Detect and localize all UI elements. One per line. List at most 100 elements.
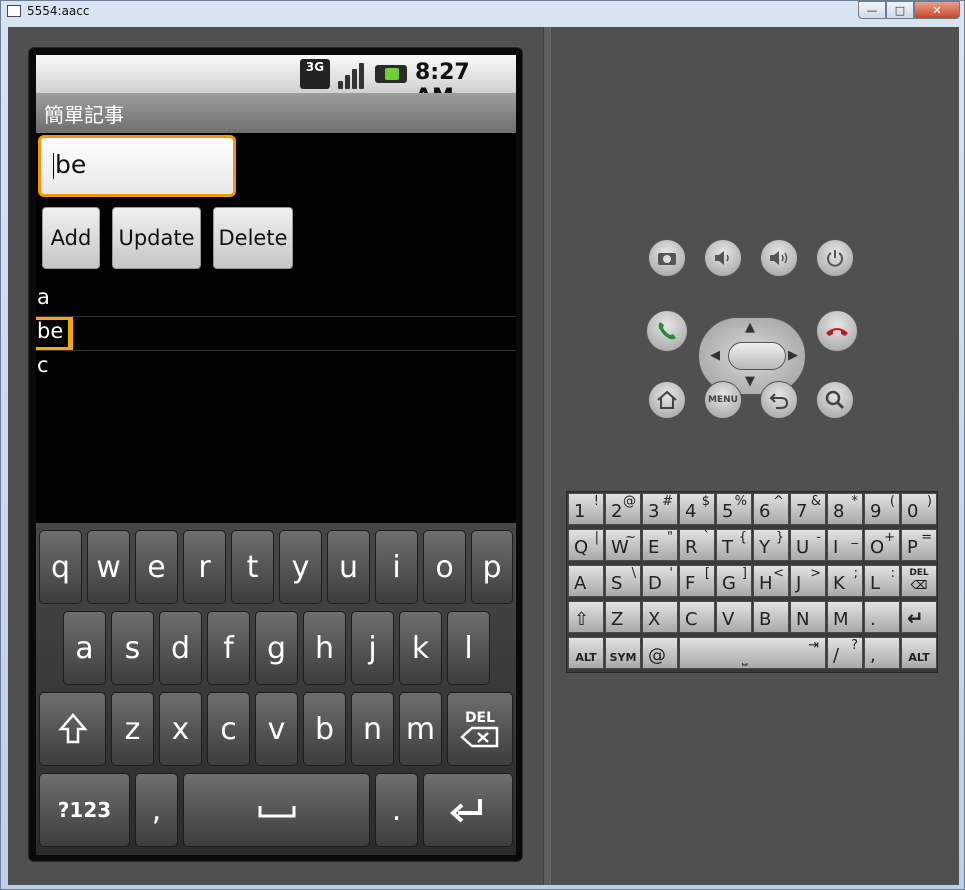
hw-key-x[interactable]: X (642, 601, 678, 633)
hw-key-8[interactable]: 8 * (827, 493, 863, 525)
hw-key-4[interactable]: 4 $ (679, 493, 715, 525)
hw-key-0[interactable]: 0) (901, 493, 937, 525)
delete-key[interactable]: DEL (447, 692, 513, 766)
key-z[interactable]: z (111, 692, 154, 766)
key-l[interactable]: l (447, 611, 490, 685)
dpad-center-button[interactable] (728, 342, 786, 370)
key-d[interactable]: d (159, 611, 202, 685)
key-k[interactable]: k (399, 611, 442, 685)
hw-key-e[interactable]: E " (642, 529, 678, 561)
hw-key-6[interactable]: 6 ^ (753, 493, 789, 525)
hw-key-b[interactable]: B (753, 601, 789, 633)
hw-key-p[interactable]: P = (901, 529, 937, 561)
hw-key-n[interactable]: N (790, 601, 826, 633)
list-item[interactable]: a (36, 283, 516, 317)
close-button[interactable]: ✕ (914, 1, 960, 19)
hw-key-2[interactable]: 2 @ (605, 493, 641, 525)
add-button[interactable]: Add (42, 207, 100, 269)
hw-key-s[interactable]: S \ (605, 565, 641, 597)
hw-alt-left-key[interactable]: ALT (568, 637, 604, 669)
key-c[interactable]: c (207, 692, 250, 766)
note-input[interactable]: be (38, 135, 236, 197)
hw-key-h[interactable]: H < (753, 565, 789, 597)
hw-key-d[interactable]: D ' (642, 565, 678, 597)
delete-button[interactable]: Delete (213, 207, 293, 269)
volume-up-button[interactable] (760, 239, 798, 277)
key-p[interactable]: p (471, 530, 513, 604)
key-r[interactable]: r (183, 530, 226, 604)
key-x[interactable]: x (159, 692, 202, 766)
key-q[interactable]: q (39, 530, 82, 604)
menu-button[interactable]: MENU (704, 381, 742, 419)
hw-key-period[interactable]: . (864, 601, 900, 633)
key-j[interactable]: j (351, 611, 394, 685)
dpad-up-icon[interactable]: ▲ (745, 320, 755, 335)
hw-key-t[interactable]: T{ (716, 529, 752, 561)
key-s[interactable]: s (111, 611, 154, 685)
hw-key-i[interactable]: I _ (827, 529, 863, 561)
key-g[interactable]: g (255, 611, 298, 685)
hw-comma-key[interactable]: , (864, 637, 900, 669)
space-key[interactable] (183, 773, 370, 847)
maximize-button[interactable]: □ (886, 1, 914, 19)
comma-key[interactable]: , (135, 773, 178, 847)
key-y[interactable]: y (279, 530, 322, 604)
hw-key-q[interactable]: Q | (568, 529, 604, 561)
hw-slash-key[interactable]: /? (827, 637, 863, 669)
hw-key-f[interactable]: F[ (679, 565, 715, 597)
hw-sym-key[interactable]: SYM (605, 637, 641, 669)
key-b[interactable]: b (303, 692, 346, 766)
hw-key-3[interactable]: 3 # (642, 493, 678, 525)
power-button[interactable] (816, 239, 854, 277)
key-a[interactable]: a (63, 611, 106, 685)
symbols-key[interactable]: ?123 (39, 773, 130, 847)
minimize-button[interactable]: — (858, 1, 886, 19)
key-h[interactable]: h (303, 611, 346, 685)
hw-key-y[interactable]: Y} (753, 529, 789, 561)
hw-key-5[interactable]: 5% (716, 493, 752, 525)
key-n[interactable]: n (351, 692, 394, 766)
hw-at-key[interactable]: @ (642, 637, 678, 669)
hw-key-v[interactable]: V (716, 601, 752, 633)
hw-key-z[interactable]: Z (605, 601, 641, 633)
hw-key-c[interactable]: C (679, 601, 715, 633)
hw-key-g[interactable]: G] (716, 565, 752, 597)
hw-key-a[interactable]: A (568, 565, 604, 597)
period-key[interactable]: . (375, 773, 418, 847)
hw-key-o[interactable]: O + (864, 529, 900, 561)
hw-key-7[interactable]: 7 & (790, 493, 826, 525)
key-u[interactable]: u (327, 530, 370, 604)
home-button[interactable] (648, 381, 686, 419)
key-v[interactable]: v (255, 692, 298, 766)
enter-key[interactable] (423, 773, 513, 847)
hw-space-key[interactable]: ⎵ ⇥ (679, 637, 826, 669)
key-t[interactable]: t (231, 530, 274, 604)
camera-button[interactable] (648, 239, 686, 277)
hw-key-j[interactable]: J > (790, 565, 826, 597)
hw-key-1[interactable]: 1! (568, 493, 604, 525)
dpad-down-icon[interactable]: ▼ (745, 374, 755, 389)
volume-down-button[interactable] (704, 239, 742, 277)
hw-key-r[interactable]: R ` (679, 529, 715, 561)
hw-alt-right-key[interactable]: ALT (901, 637, 937, 669)
list-item[interactable]: c (36, 351, 516, 385)
hw-key-k[interactable]: K; (827, 565, 863, 597)
shift-key[interactable] (39, 692, 106, 766)
end-call-button[interactable] (816, 310, 858, 352)
hw-key-9[interactable]: 9( (864, 493, 900, 525)
hw-del-key[interactable]: DEL ⌫ (901, 565, 937, 597)
dpad-right-icon[interactable]: ▶ (788, 348, 798, 363)
hw-key-m[interactable]: M (827, 601, 863, 633)
key-i[interactable]: i (375, 530, 418, 604)
key-f[interactable]: f (207, 611, 250, 685)
list-item-selected[interactable]: be (36, 317, 516, 351)
search-button[interactable] (816, 381, 854, 419)
key-m[interactable]: m (399, 692, 442, 766)
call-button[interactable] (646, 310, 688, 352)
hw-key-w[interactable]: W ~ (605, 529, 641, 561)
back-button[interactable] (760, 381, 798, 419)
hw-key-l[interactable]: L: (864, 565, 900, 597)
dpad-left-icon[interactable]: ◀ (710, 348, 720, 363)
update-button[interactable]: Update (112, 207, 201, 269)
hw-enter-key[interactable]: ↵ (901, 601, 937, 633)
